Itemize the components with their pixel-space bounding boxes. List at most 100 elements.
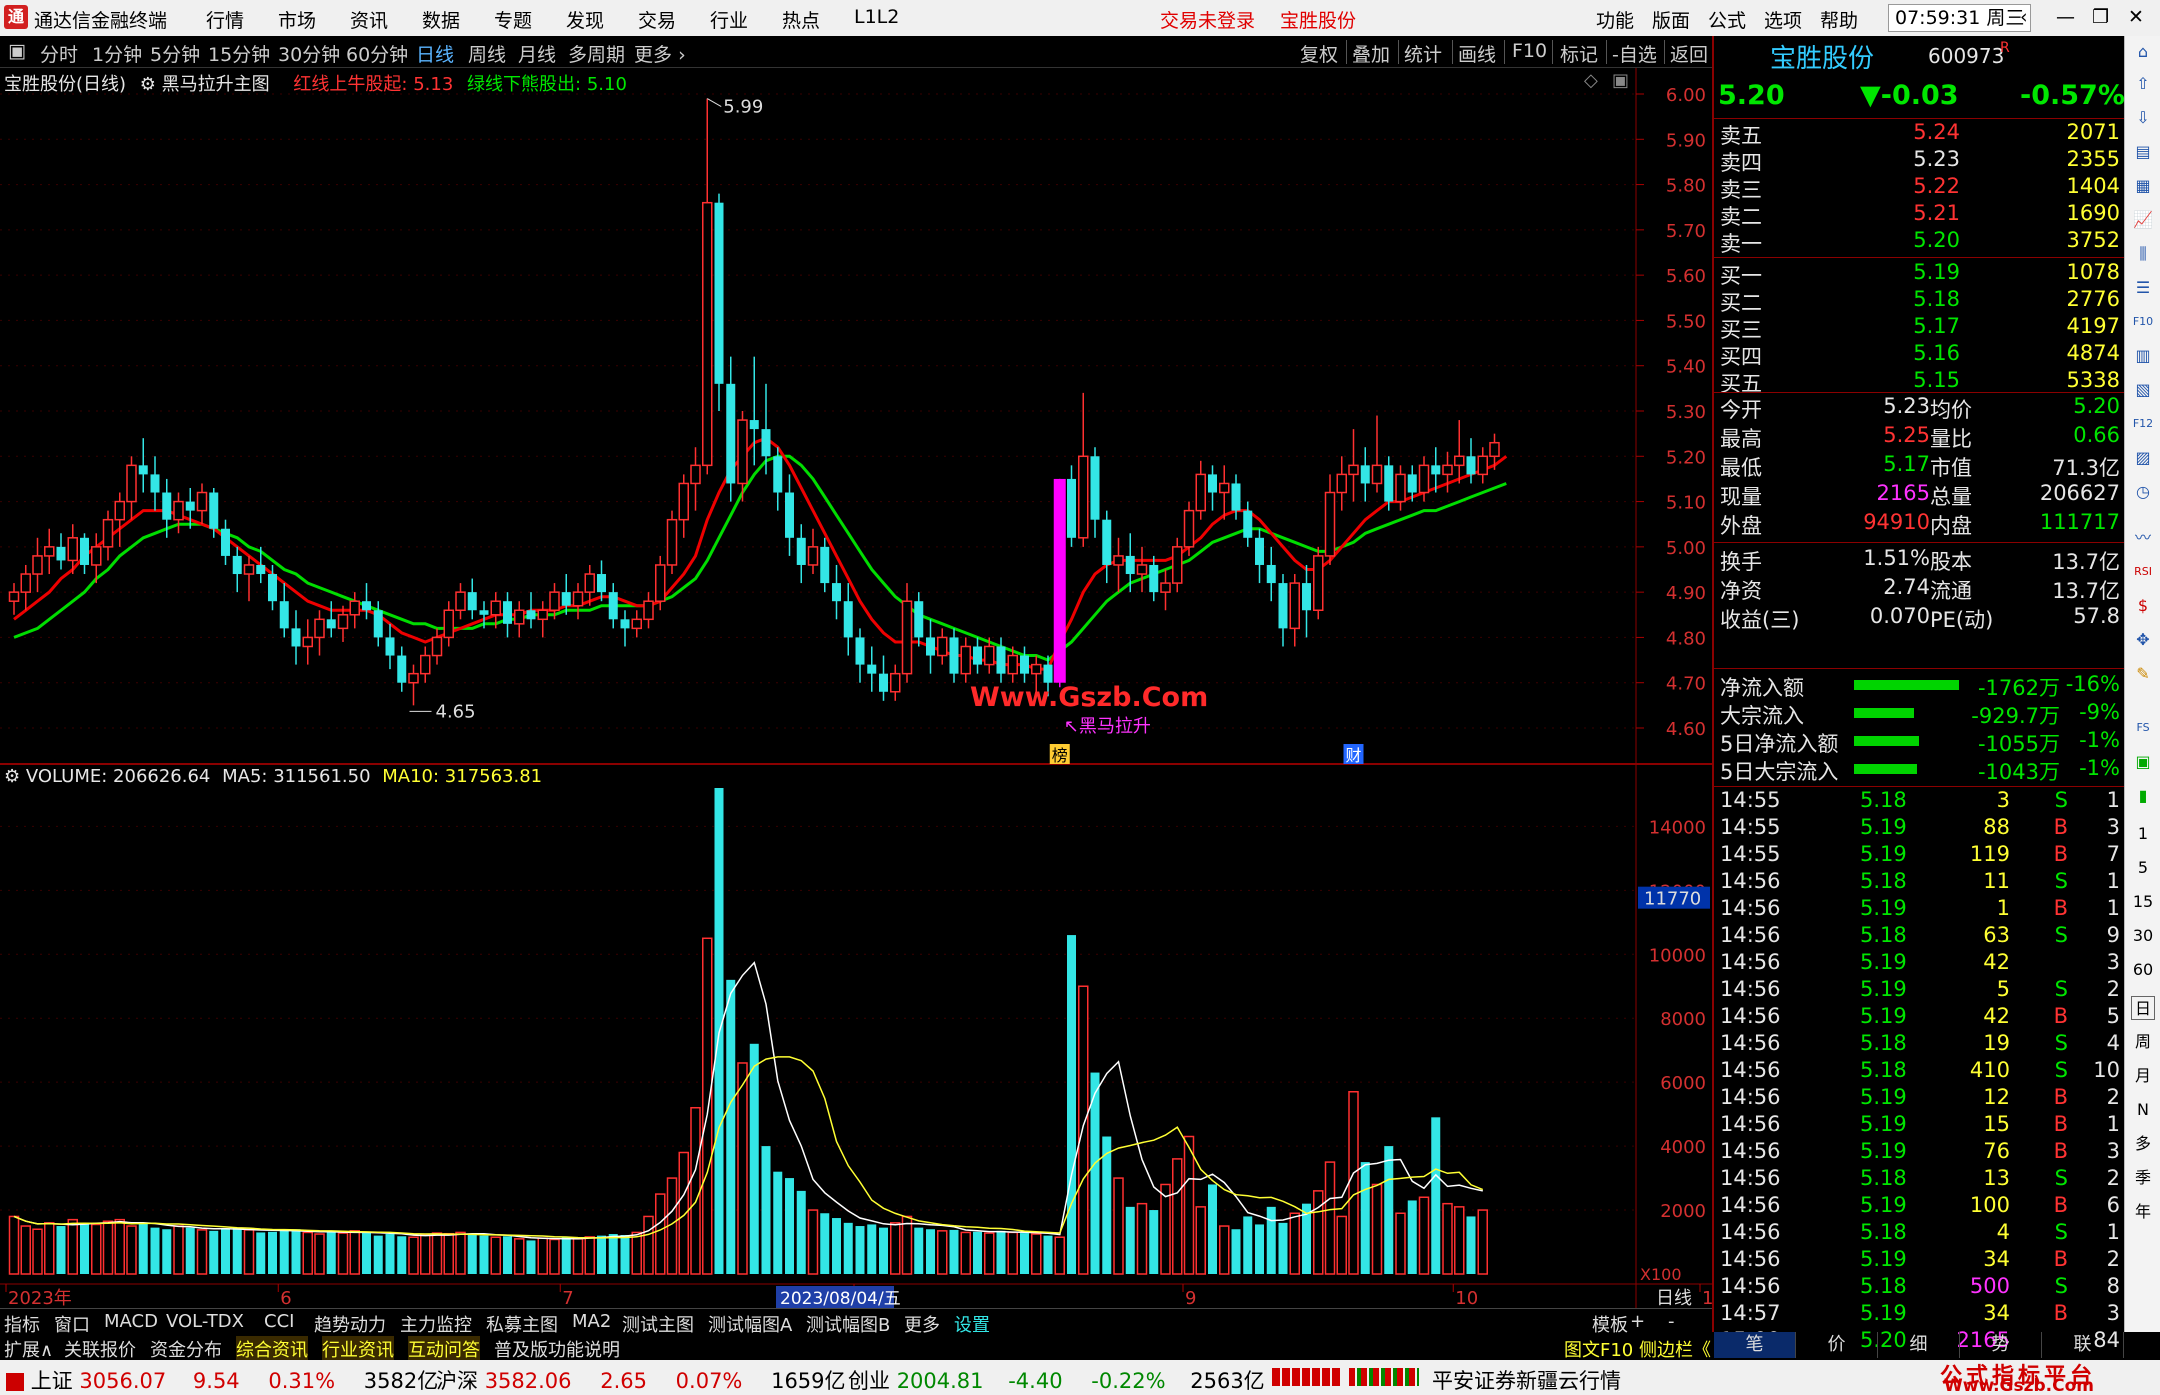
dollar-icon[interactable]: $: [2131, 594, 2155, 618]
period-weekly[interactable]: 周线: [468, 40, 506, 67]
tick-row[interactable]: 14:56 5.19 12 B 2: [1720, 1085, 2120, 1112]
f12-icon[interactable]: F12: [2131, 412, 2155, 436]
zixuan-button[interactable]: -自选: [1612, 40, 1657, 67]
tick-row[interactable]: 14:55 5.19 119 B 7: [1720, 842, 2120, 869]
menu-item-l1l2[interactable]: L1L2: [854, 6, 899, 28]
indicator-tab[interactable]: MA2: [572, 1311, 611, 1332]
period-month[interactable]: 月: [2131, 1064, 2155, 1088]
period-quarter[interactable]: 季: [2131, 1166, 2155, 1190]
tick-row[interactable]: 14:55 5.18 3 S 1: [1720, 788, 2120, 815]
tongji-button[interactable]: 统计: [1404, 40, 1442, 67]
wave-icon[interactable]: 〰: [2131, 526, 2155, 550]
ask-row[interactable]: 卖三 5.22 1404: [1720, 174, 2120, 202]
up-icon[interactable]: ⇧: [2131, 72, 2155, 96]
tick-row[interactable]: 14:55 5.19 88 B 3: [1720, 815, 2120, 842]
tick-row[interactable]: 14:56 5.19 42 3: [1720, 950, 2120, 977]
detail-tab[interactable]: 联: [2042, 1332, 2124, 1358]
tick-row[interactable]: 14:56 5.19 15 B 1: [1720, 1112, 2120, 1139]
extension-tab[interactable]: 扩展∧: [4, 1336, 53, 1362]
close-icon[interactable]: ✕: [2128, 6, 2144, 28]
menu-item-zixun[interactable]: 资讯: [350, 6, 388, 33]
menu-item-faxian[interactable]: 发现: [566, 6, 604, 33]
menu-item-gongneng[interactable]: 功能: [1596, 6, 1634, 33]
line-chart-icon[interactable]: 📈: [2131, 208, 2155, 232]
kline-chart-svg[interactable]: 6.00 5.90 5.80 5.70 5.60 5.50 5.40 5.30 5.20 5.10…: [0, 68, 1725, 1309]
indicator-tab[interactable]: VOL-TDX: [166, 1311, 244, 1332]
sz-index[interactable]: 沪深 3582.06 2.65 0.07% 1659亿: [436, 1365, 846, 1395]
extension-tab[interactable]: 行业资讯: [322, 1336, 394, 1362]
flow-row[interactable]: 大宗流入 -929.7万 -9%: [1720, 700, 2120, 728]
tick-row[interactable]: 14:56 5.19 42 B 5: [1720, 1004, 2120, 1031]
tick-row[interactable]: 14:56 5.18 11 S 1: [1720, 869, 2120, 896]
pen-icon[interactable]: ✎: [2131, 662, 2155, 686]
bid-row[interactable]: 买二 5.18 2776: [1720, 287, 2120, 315]
fs-icon[interactable]: FS: [2131, 716, 2155, 740]
period-60min[interactable]: 60分钟: [346, 40, 408, 67]
menu-item-jiaoyi[interactable]: 交易: [638, 6, 676, 33]
ask-row[interactable]: 卖一 5.20 3752: [1720, 228, 2120, 256]
report-icon[interactable]: ▧: [2131, 378, 2155, 402]
stat-row[interactable]: 换手 1.51% 股本 13.7亿: [1720, 546, 2120, 574]
diamond-icon[interactable]: ◇: [1584, 70, 1598, 91]
extension-tab[interactable]: 普及版功能说明: [494, 1336, 620, 1362]
period-multi-icon[interactable]: 多: [2131, 1132, 2155, 1156]
menu-item-gongshi[interactable]: 公式: [1708, 6, 1746, 33]
period-week[interactable]: 周: [2131, 1030, 2155, 1054]
f10-button[interactable]: F10: [1512, 40, 1547, 62]
stat-row[interactable]: 最低 5.17 市值 71.3亿: [1720, 452, 2120, 480]
stat-row[interactable]: 最高 5.25 量比 0.66: [1720, 423, 2120, 451]
f10-icon[interactable]: F10: [2131, 310, 2155, 334]
tick-row[interactable]: 14:56 5.19 5 S 2: [1720, 977, 2120, 1004]
tick-row[interactable]: 14:56 5.18 13 S 2: [1720, 1166, 2120, 1193]
calendar-icon[interactable]: ▥: [2131, 344, 2155, 368]
bid-row[interactable]: 买四 5.16 4874: [1720, 341, 2120, 369]
period-daily[interactable]: 日线: [416, 40, 454, 67]
menu-item-zhuanti[interactable]: 专题: [494, 6, 532, 33]
back-icon[interactable]: ‹: [2020, 6, 2028, 28]
menu-item-shichang[interactable]: 市场: [278, 6, 316, 33]
bid-row[interactable]: 买一 5.19 1078: [1720, 260, 2120, 288]
period-n[interactable]: N: [2131, 1098, 2155, 1122]
period-1[interactable]: 1: [2131, 822, 2155, 846]
period-more[interactable]: 更多 ›: [634, 40, 686, 67]
table-icon[interactable]: ▤: [2131, 140, 2155, 164]
tick-list[interactable]: 14:55 5.18 3 S 1 14:55 5.19 88 B 3 14:55 5.19 119 B 7 1…: [1714, 788, 2124, 1352]
diejia-button[interactable]: 叠加: [1352, 40, 1390, 67]
cai-marker[interactable]: 财: [1346, 746, 1362, 765]
period-30[interactable]: 30: [2131, 924, 2155, 948]
ask-row[interactable]: 卖四 5.23 2355: [1720, 147, 2120, 175]
tick-row[interactable]: 14:56 5.18 500 S 8: [1720, 1274, 2120, 1301]
tick-row[interactable]: 14:56 5.18 19 S 4: [1720, 1031, 2120, 1058]
flow-row[interactable]: 5日大宗流入 -1043万 -1%: [1720, 756, 2120, 784]
tick-row[interactable]: 14:56 5.19 100 B 6: [1720, 1193, 2120, 1220]
fuquan-button[interactable]: 复权: [1300, 40, 1338, 67]
extension-tab[interactable]: 综合资讯: [236, 1336, 308, 1362]
flow-row[interactable]: 5日净流入额 -1055万 -1%: [1720, 728, 2120, 756]
login-status[interactable]: 交易未登录: [1160, 6, 1255, 33]
green-box-icon[interactable]: ▣: [2131, 750, 2155, 774]
detail-tab[interactable]: 势: [1960, 1332, 2042, 1358]
tick-row[interactable]: 14:56 5.18 410 S 10: [1720, 1058, 2120, 1085]
stat-row[interactable]: 外盘 94910 内盘 111717: [1720, 510, 2120, 538]
stat-row[interactable]: 现量 2165 总量 206627: [1720, 481, 2120, 509]
tick-row[interactable]: 14:56 5.19 34 B 2: [1720, 1247, 2120, 1274]
menu-item-hangye[interactable]: 行业: [710, 6, 748, 33]
bang-marker[interactable]: 榜: [1052, 746, 1068, 765]
down-icon[interactable]: ⇩: [2131, 106, 2155, 130]
minimize-icon[interactable]: —: [2056, 6, 2075, 28]
period-year[interactable]: 年: [2131, 1200, 2155, 1224]
detail-tab[interactable]: 笔: [1714, 1332, 1796, 1358]
period-5min[interactable]: 5分钟: [150, 40, 200, 67]
stat-row[interactable]: 净资 2.74 流通 13.7亿: [1720, 575, 2120, 603]
menu-item-shuju[interactable]: 数据: [422, 6, 460, 33]
stat-row[interactable]: 收益(三) 0.070 PE(动) 57.8: [1720, 604, 2120, 632]
rsi-icon[interactable]: RSI: [2131, 560, 2155, 584]
extension-tab[interactable]: 互动问答: [408, 1336, 480, 1362]
menu-item-xuanxiang[interactable]: 选项: [1764, 6, 1802, 33]
indicator-tab[interactable]: MACD: [104, 1311, 158, 1332]
window-icon[interactable]: ▣: [1612, 70, 1629, 91]
period-60[interactable]: 60: [2131, 958, 2155, 982]
volume-gear-icon[interactable]: ⚙: [4, 766, 20, 787]
period-monthly[interactable]: 月线: [518, 40, 556, 67]
cy-index[interactable]: 创业 2004.81 -4.40 -0.22% 2563亿: [848, 1365, 1265, 1395]
